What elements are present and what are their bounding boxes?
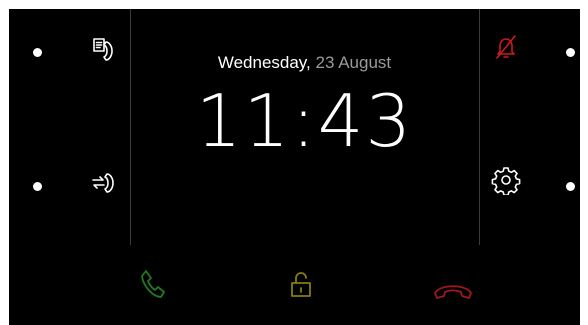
indicator-dot-bottom-right	[566, 182, 575, 191]
phone-hangup-icon	[434, 285, 472, 299]
settings-button[interactable]	[488, 162, 524, 198]
clock-time: 11:43	[195, 79, 414, 163]
hangup-button[interactable]	[430, 272, 476, 308]
call-action-bar	[9, 245, 580, 325]
indicator-dot-top-left	[33, 48, 42, 57]
right-panel	[479, 9, 580, 245]
call-log-button[interactable]	[85, 32, 121, 68]
call-forward-button[interactable]	[85, 165, 121, 201]
indicator-dot-top-right	[566, 48, 575, 57]
mute-button[interactable]	[488, 29, 524, 65]
weekday-label: Wednesday,	[217, 53, 311, 72]
gear-icon	[491, 167, 521, 195]
unlock-icon	[291, 272, 311, 297]
phone-answer-icon	[141, 270, 165, 298]
indicator-dot-bottom-left	[33, 182, 42, 191]
answer-button[interactable]	[134, 267, 170, 303]
call-forward-icon	[92, 173, 114, 193]
day-month-label: 23 August	[315, 53, 392, 72]
left-panel	[9, 9, 131, 245]
call-log-icon	[93, 38, 113, 61]
date-label: Wednesday, 23 August	[130, 53, 479, 73]
unlock-button[interactable]	[283, 267, 319, 303]
intercom-screen: Wednesday, 23 August 11:43	[9, 9, 580, 325]
bell-off-icon	[496, 35, 516, 59]
